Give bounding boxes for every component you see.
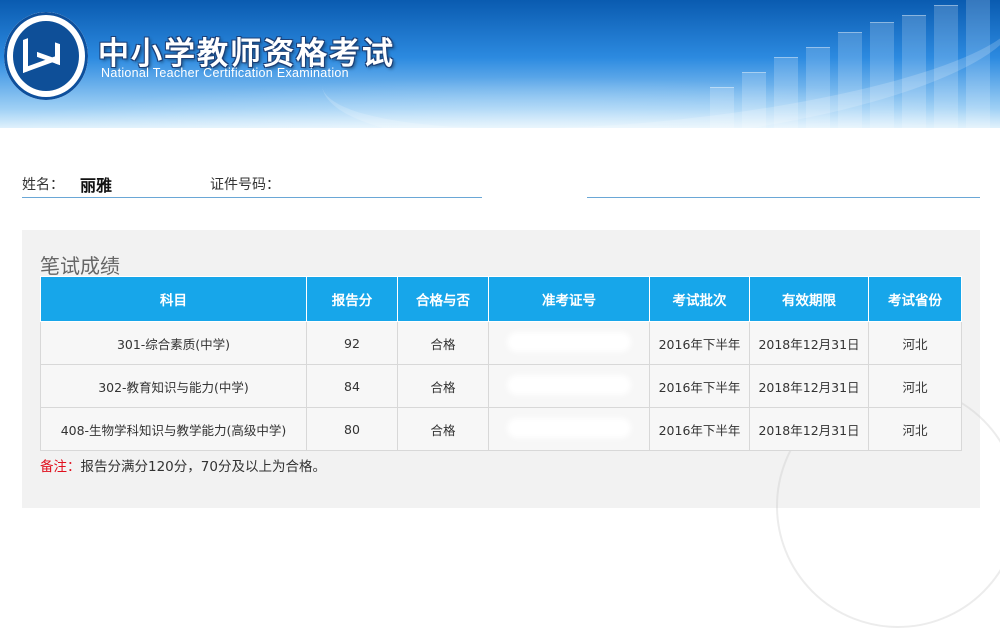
remark-text: 报告分满分120分，70分及以上为合格。 <box>80 459 326 475</box>
table-row: 302-教育知识与能力(中学) 84 合格 2016年下半年 2018年12月3… <box>40 364 962 408</box>
pass-cell: 合格 <box>397 364 489 408</box>
subject-cell: 302-教育知识与能力(中学) <box>40 364 307 408</box>
id-label: 证件号码： <box>210 177 280 193</box>
score-cell: 80 <box>306 407 398 451</box>
subject-cell: 301-综合素质(中学) <box>40 321 307 365</box>
province-cell: 河北 <box>868 364 962 408</box>
province-cell: 河北 <box>868 407 962 451</box>
name-label: 姓名： <box>22 177 64 193</box>
ticket-cell-redacted <box>488 364 650 408</box>
id-underline <box>587 197 980 198</box>
col-header-batch: 考试批次 <box>649 276 750 322</box>
remark-note: 备注：报告分满分120分，70分及以上为合格。 <box>40 455 326 475</box>
name-underline <box>22 197 482 198</box>
valid-cell: 2018年12月31日 <box>749 321 869 365</box>
col-header-valid: 有效期限 <box>749 276 869 322</box>
candidate-info-row: 姓名： 丽雅 证件号码： <box>0 170 1000 200</box>
subject-cell: 408-生物学科知识与教学能力(高级中学) <box>40 407 307 451</box>
ticket-cell-redacted <box>488 407 650 451</box>
pass-cell: 合格 <box>397 407 489 451</box>
pass-cell: 合格 <box>397 321 489 365</box>
name-value: 丽雅 <box>80 176 113 195</box>
site-subtitle: National Teacher Certification Examinati… <box>101 66 349 80</box>
col-header-score: 报告分 <box>306 276 398 322</box>
results-table: 科目 报告分 合格与否 准考证号 考试批次 有效期限 考试省份 301-综合素质… <box>40 276 962 451</box>
col-header-subject: 科目 <box>40 276 307 322</box>
province-cell: 河北 <box>868 321 962 365</box>
valid-cell: 2018年12月31日 <box>749 364 869 408</box>
exam-logo-icon <box>4 12 88 100</box>
header-banner: 中小学教师资格考试 National Teacher Certification… <box>0 0 1000 128</box>
col-header-pass: 合格与否 <box>397 276 489 322</box>
table-row: 408-生物学科知识与教学能力(高级中学) 80 合格 2016年下半年 201… <box>40 407 962 451</box>
ticket-cell-redacted <box>488 321 650 365</box>
remark-label: 备注： <box>40 459 81 475</box>
score-cell: 84 <box>306 364 398 408</box>
section-title: 笔试成绩 <box>40 254 120 278</box>
valid-cell: 2018年12月31日 <box>749 407 869 451</box>
batch-cell: 2016年下半年 <box>649 407 750 451</box>
batch-cell: 2016年下半年 <box>649 321 750 365</box>
col-header-province: 考试省份 <box>868 276 962 322</box>
written-exam-results-panel: 笔试成绩 科目 报告分 合格与否 准考证号 考试批次 有效期限 考试省份 301… <box>22 230 1000 628</box>
table-header-row: 科目 报告分 合格与否 准考证号 考试批次 有效期限 考试省份 <box>40 276 962 322</box>
col-header-ticket: 准考证号 <box>488 276 650 322</box>
table-row: 301-综合素质(中学) 92 合格 2016年下半年 2018年12月31日 … <box>40 321 962 365</box>
score-cell: 92 <box>306 321 398 365</box>
batch-cell: 2016年下半年 <box>649 364 750 408</box>
banner-bar-graphic <box>670 0 1000 128</box>
